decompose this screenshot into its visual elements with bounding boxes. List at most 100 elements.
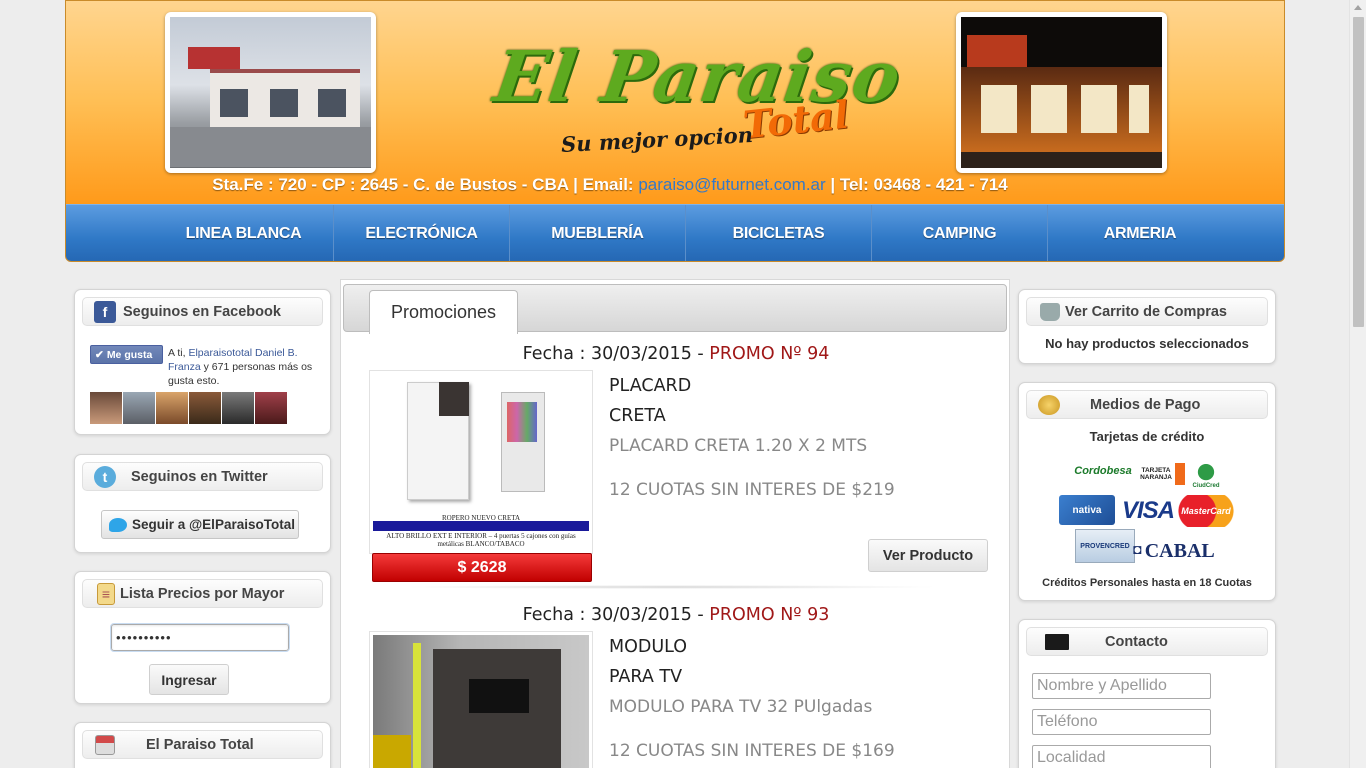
login-button[interactable]: Ingresar — [149, 664, 229, 695]
nav-muebleria[interactable]: MUEBLERÍA — [510, 205, 686, 261]
product-installments: 12 CUOTAS SIN INTERES DE $219 — [609, 480, 895, 500]
caption-bar — [373, 521, 589, 531]
nav-electronica[interactable]: ELECTRÓNICA — [334, 205, 510, 261]
product-installments: 12 CUOTAS SIN INTERES DE $169 — [609, 741, 895, 761]
view-product-button[interactable]: Ver Producto — [868, 539, 988, 572]
cabal-card: ◘ CABAL — [1133, 539, 1214, 563]
store-icon — [95, 734, 115, 755]
nav-armeria[interactable]: ARMERIA — [1048, 205, 1232, 261]
name-field[interactable]: Nombre y Apellido — [1032, 673, 1211, 699]
product-title-line2[interactable]: PARA TV — [609, 667, 682, 687]
site-logo[interactable]: El Paraiso Total Su mejor opcion — [489, 31, 906, 171]
follow-label: Seguir a @ElParaisoTotal — [132, 517, 295, 532]
facebook-title-text: Seguinos en Facebook — [123, 303, 281, 320]
image-caption: ROPERO NUEVO CRETA — [442, 514, 520, 522]
credit-installments-note: Créditos Personales hasta en 18 Cuotas — [1042, 577, 1252, 589]
header-email-link[interactable]: paraiso@futurnet.com.ar — [638, 175, 825, 194]
promo-date-line: Fecha : 30/03/2015 - PROMO Nº 94 — [341, 344, 1011, 364]
avatar[interactable] — [189, 392, 221, 424]
twitter-title-text: Seguinos en Twitter — [131, 468, 268, 485]
store-title-text: El Paraiso Total — [146, 736, 254, 753]
visa-card: VISA — [1121, 497, 1175, 524]
product-subtitle: MODULO PARA TV 32 PUlgadas — [609, 697, 873, 717]
promo-number: PROMO Nº 93 — [709, 605, 830, 625]
wholesale-title-text: Lista Precios por Mayor — [120, 585, 285, 602]
facebook-box: f Seguinos en Facebook ✔ Me gusta A ti, … — [74, 289, 331, 435]
wholesale-box: ≡ Lista Precios por Mayor •••••••••• Ing… — [74, 571, 331, 704]
promo-date: Fecha : 30/03/2015 - — [522, 344, 710, 364]
cabal-label: CABAL — [1144, 539, 1215, 562]
coins-icon — [1038, 394, 1060, 415]
logo-tagline: Su mejor opcion — [560, 121, 754, 158]
cordobesa-card: Cordobesa — [1074, 465, 1132, 477]
product-title-line2[interactable]: CRETA — [609, 406, 666, 426]
cart-box-title[interactable]: Ver Carrito de Compras — [1026, 297, 1268, 326]
like-label: Me gusta — [106, 348, 153, 361]
nav-camping[interactable]: CAMPING — [872, 205, 1048, 261]
product-image[interactable]: ROPERO NUEVO CRETA ALTO BRILLO EXT E INT… — [369, 370, 593, 554]
product-subtitle: PLACARD CRETA 1.20 X 2 MTS — [609, 436, 868, 456]
contact-title-text: Contacto — [1105, 633, 1168, 650]
store-photo-night — [956, 12, 1167, 173]
facebook-faces — [90, 392, 287, 424]
contact-box: Contacto Nombre y Apellido Teléfono Loca… — [1018, 619, 1276, 768]
cabal-logo-icon: ◘ — [1133, 543, 1142, 558]
product-title-line1[interactable]: PLACARD — [609, 376, 691, 396]
facebook-icon: f — [94, 300, 116, 323]
tab-promociones[interactable]: Promociones — [369, 290, 518, 334]
cart-empty-text: No hay productos seleccionados — [1045, 336, 1249, 351]
product-title-line1[interactable]: MODULO — [609, 637, 687, 657]
product-photo — [373, 635, 589, 768]
nav-linea-blanca[interactable]: LINEA BLANCA — [154, 205, 334, 261]
promo-number: PROMO Nº 94 — [709, 344, 830, 364]
phone-field[interactable]: Teléfono — [1032, 709, 1211, 735]
main-content: Promociones Fecha : 30/03/2015 - PROMO N… — [340, 279, 1010, 768]
image-caption-details: ALTO BRILLO EXT E INTERIOR – 4 puertas 5… — [386, 532, 576, 548]
payment-box: Medios de Pago Tarjetas de crédito Cordo… — [1018, 382, 1276, 601]
promo-separator — [401, 585, 941, 589]
twitter-follow-button[interactable]: Seguir a @ElParaisoTotal — [101, 510, 299, 539]
facebook-box-title: f Seguinos en Facebook — [82, 297, 323, 326]
product-image[interactable] — [369, 631, 593, 768]
header-contact-line: Sta.Fe : 720 - CP : 2645 - C. de Bustos … — [66, 175, 1154, 195]
city-field[interactable]: Localidad — [1032, 745, 1211, 768]
clipboard-icon: ≡ — [97, 582, 115, 605]
scrollbar-thumb[interactable] — [1353, 17, 1364, 327]
avatar[interactable] — [123, 392, 155, 424]
avatar[interactable] — [255, 392, 287, 424]
avatar[interactable] — [90, 392, 122, 424]
avatar[interactable] — [156, 392, 188, 424]
twitter-icon: t — [94, 465, 116, 488]
cart-box: Ver Carrito de Compras No hay productos … — [1018, 289, 1276, 364]
product-photo — [373, 374, 589, 514]
site-header: El Paraiso Total Su mejor opcion Sta.Fe … — [65, 0, 1285, 262]
twitter-box-title: t Seguinos en Twitter — [82, 462, 323, 491]
payment-title-text: Medios de Pago — [1090, 396, 1201, 413]
fb-page-link[interactable]: Elparaisototal — [188, 347, 252, 359]
header-address: Sta.Fe : 720 - CP : 2645 - C. de Bustos … — [212, 175, 639, 194]
facebook-like-text: A ti, Elparaisototal Daniel B. Franza y … — [168, 346, 318, 388]
twitter-bird-icon — [109, 517, 127, 532]
logo-sub-text: Total — [740, 91, 851, 148]
envelope-icon — [1045, 633, 1069, 650]
avatar[interactable] — [222, 392, 254, 424]
fb-text-a: A ti, — [168, 347, 189, 359]
payment-box-title: Medios de Pago — [1026, 390, 1268, 419]
promo-date-line: Fecha : 30/03/2015 - PROMO Nº 93 — [341, 605, 1011, 625]
price-button[interactable]: $ 2628 — [372, 553, 592, 582]
promo-date: Fecha : 30/03/2015 - — [522, 605, 710, 625]
cart-title-text: Ver Carrito de Compras — [1065, 303, 1227, 320]
scroll-up-arrow-icon[interactable] — [1354, 5, 1362, 10]
store-photo-day — [165, 12, 376, 173]
nav-bicicletas[interactable]: BICICLETAS — [686, 205, 872, 261]
header-phone: | Tel: 03468 - 421 - 714 — [825, 175, 1008, 194]
store-box: El Paraiso Total — [74, 722, 331, 768]
contact-box-title: Contacto — [1026, 627, 1268, 656]
page-scrollbar[interactable] — [1349, 0, 1366, 768]
mastercard-card: MasterCard — [1177, 495, 1235, 527]
password-field[interactable]: •••••••••• — [110, 623, 290, 652]
facebook-like-button[interactable]: ✔ Me gusta — [90, 345, 163, 364]
credit-cards-label: Tarjetas de crédito — [1089, 429, 1205, 444]
main-nav: LINEA BLANCA ELECTRÓNICA MUEBLERÍA BICIC… — [66, 204, 1284, 261]
nativa-card: nativa — [1059, 495, 1115, 525]
